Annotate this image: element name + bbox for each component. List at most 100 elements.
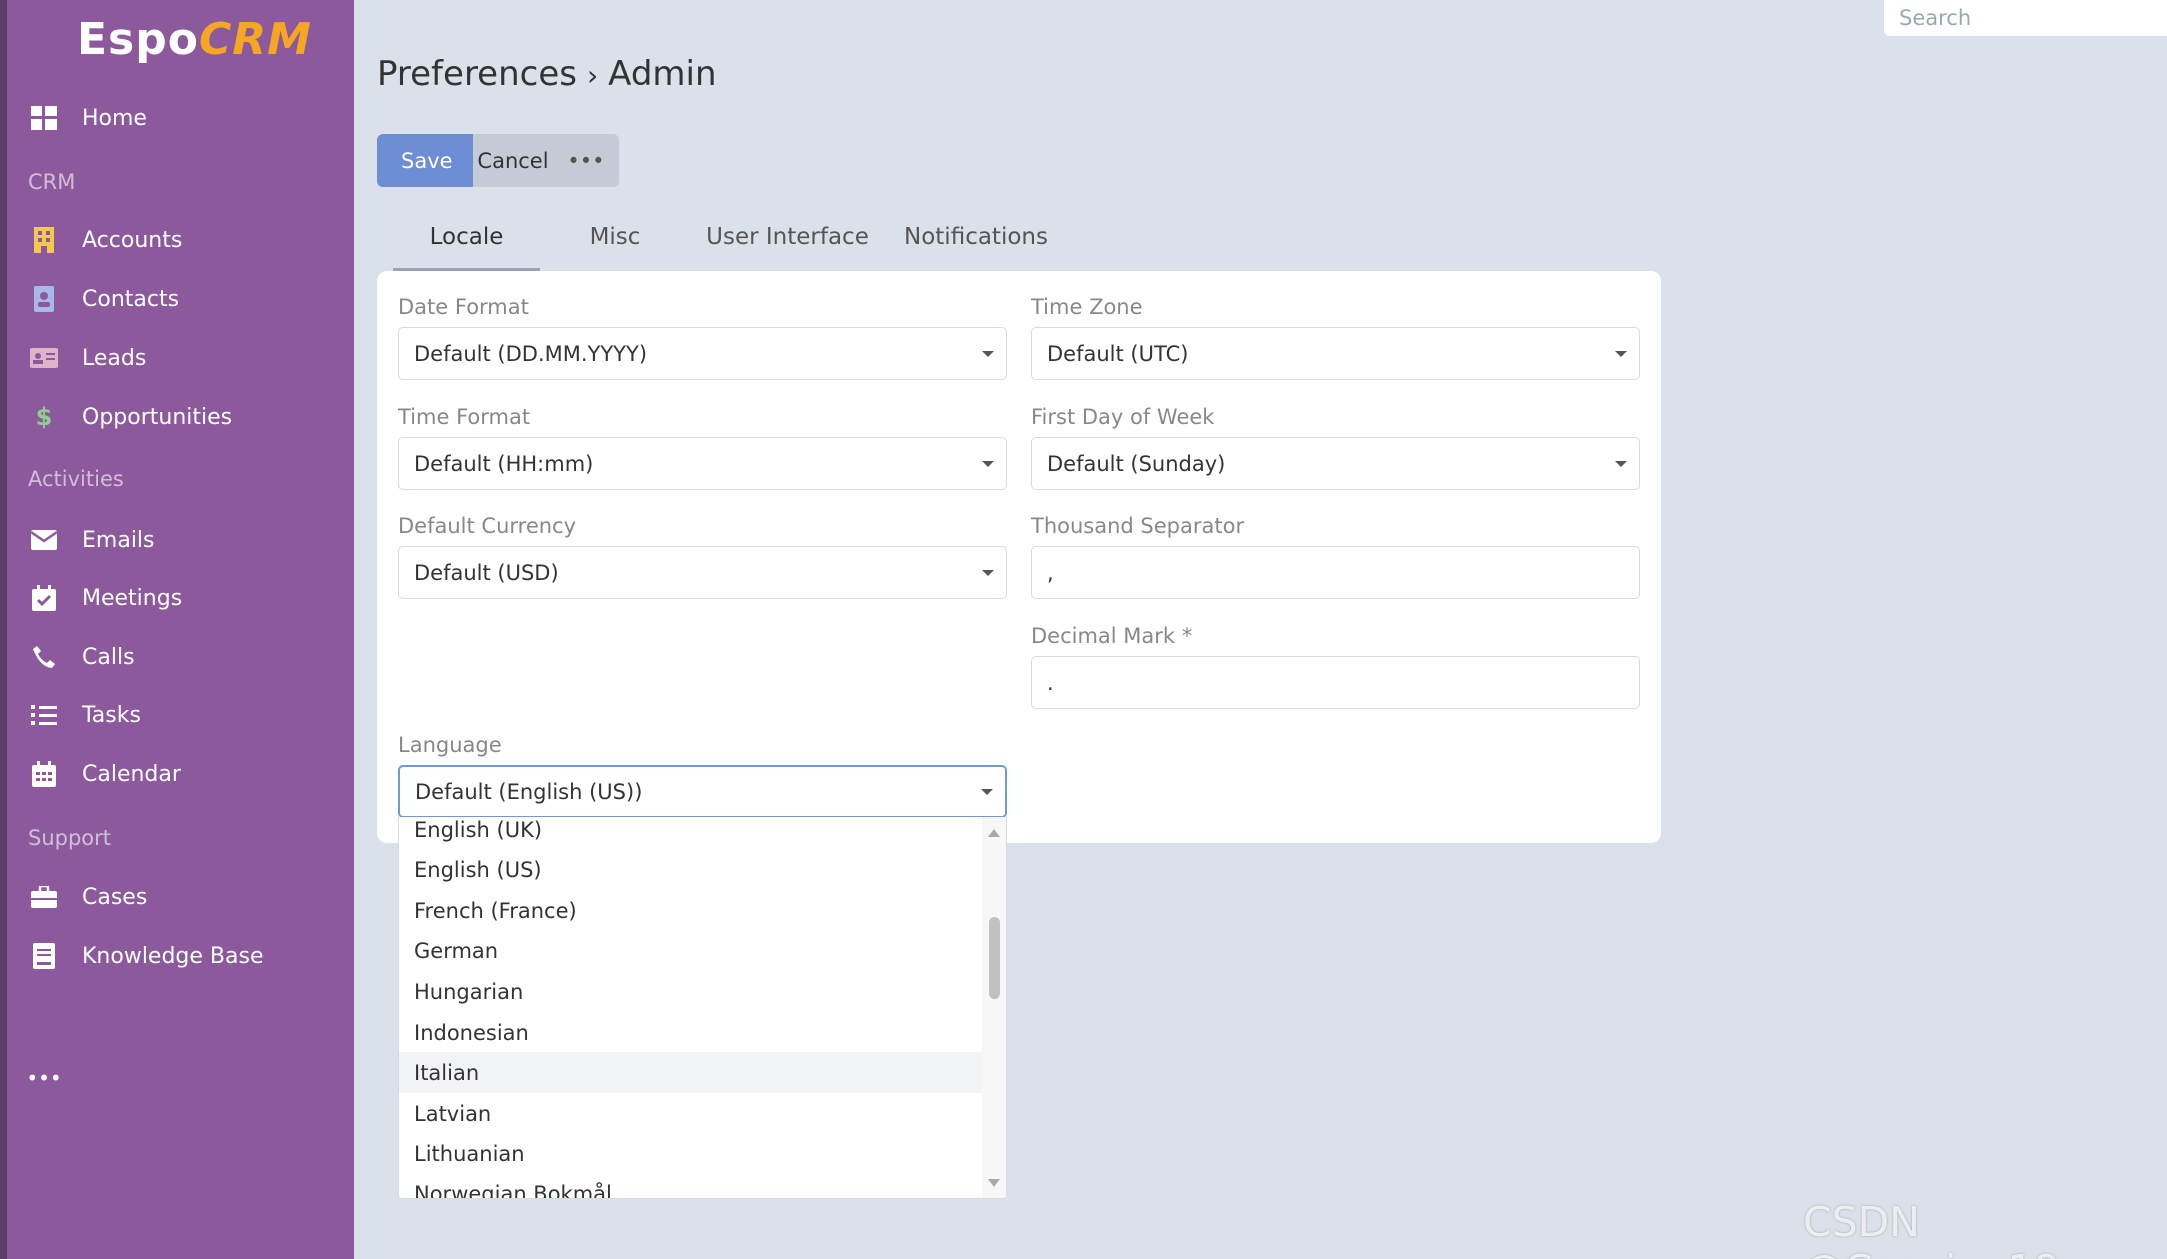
time-zone-select[interactable]: Default (UTC)	[1031, 327, 1640, 380]
contact-card-icon	[29, 284, 59, 314]
language-option[interactable]: Latvian	[399, 1093, 984, 1134]
language-option[interactable]: French (France)	[399, 890, 984, 931]
sidebar-item-label: Home	[82, 105, 147, 131]
tab-user-interface[interactable]: User Interface	[700, 224, 875, 272]
app-logo[interactable]: EspoCRM	[77, 14, 312, 70]
language-dropdown: English (UK) English (US) French (France…	[398, 817, 1007, 1199]
calendar-check-icon	[29, 583, 59, 613]
language-option[interactable]: Norwegian Bokmål	[399, 1173, 984, 1199]
language-option[interactable]: Lithuanian	[399, 1133, 984, 1174]
time-zone-label: Time Zone	[1031, 295, 1143, 319]
sidebar-item-emails[interactable]: Emails	[7, 515, 354, 565]
decimal-mark-label: Decimal Mark *	[1031, 624, 1193, 648]
sidebar-item-home[interactable]: Home	[7, 93, 354, 143]
dropdown-scrollbar[interactable]	[982, 817, 1006, 1198]
tab-locale[interactable]: Locale	[393, 224, 540, 272]
id-card-icon	[29, 343, 59, 373]
calendar-icon	[29, 759, 59, 789]
sidebar-item-label: Leads	[82, 345, 147, 371]
sidebar-item-label: Meetings	[82, 585, 183, 611]
date-format-label: Date Format	[398, 295, 529, 319]
sidebar-item-meetings[interactable]: Meetings	[7, 573, 354, 623]
tab-misc[interactable]: Misc	[570, 224, 660, 272]
currency-select[interactable]: Default (USD)	[398, 546, 1007, 599]
breadcrumb-preferences[interactable]: Preferences	[377, 54, 577, 94]
phone-icon	[29, 642, 59, 672]
book-icon	[29, 941, 59, 971]
date-format-value: Default (DD.MM.YYYY)	[414, 341, 648, 366]
caret-down-icon	[1615, 460, 1627, 467]
global-search-input[interactable]	[1884, 0, 2167, 36]
first-day-value: Default (Sunday)	[1047, 451, 1226, 476]
sidebar-more-button[interactable]: •••	[7, 1053, 354, 1103]
sidebar-item-label: Contacts	[82, 286, 180, 312]
scroll-down-icon[interactable]	[988, 1179, 1000, 1187]
breadcrumb: Preferences › Admin	[377, 54, 717, 94]
briefcase-icon	[29, 882, 59, 912]
watermark: CSDN @Caspian19	[1803, 1198, 2060, 1259]
nav-group-activities: Activities	[28, 467, 124, 491]
dollar-icon: $	[35, 403, 53, 431]
time-format-select[interactable]: Default (HH:mm)	[398, 437, 1007, 490]
sidebar-item-knowledge-base[interactable]: Knowledge Base	[7, 931, 354, 981]
caret-down-icon	[981, 788, 993, 795]
language-option[interactable]: English (US)	[399, 849, 984, 890]
thousand-separator-label: Thousand Separator	[1031, 514, 1245, 538]
task-list-icon	[29, 700, 59, 730]
sidebar-item-accounts[interactable]: Accounts	[7, 215, 354, 265]
scrollbar-thumb[interactable]	[989, 917, 1000, 999]
nav-group-crm: CRM	[28, 170, 76, 194]
sidebar-item-label: Calendar	[82, 761, 181, 787]
sidebar-item-calls[interactable]: Calls	[7, 632, 354, 682]
ellipsis-icon: •••	[26, 1066, 62, 1090]
caret-down-icon	[1615, 350, 1627, 357]
sidebar: EspoCRM Home CRM Accounts Contacts Leads…	[0, 0, 354, 1259]
cancel-button[interactable]: Cancel	[473, 134, 553, 187]
language-option[interactable]: Indonesian	[399, 1012, 984, 1053]
time-format-value: Default (HH:mm)	[414, 451, 594, 476]
sidebar-item-label: Calls	[82, 644, 135, 670]
thousand-separator-value: ,	[1047, 560, 1054, 585]
sidebar-item-tasks[interactable]: Tasks	[7, 690, 354, 740]
nav-group-support: Support	[28, 826, 112, 850]
sidebar-item-label: Knowledge Base	[82, 943, 264, 969]
sidebar-item-leads[interactable]: Leads	[7, 333, 354, 383]
sidebar-item-label: Opportunities	[82, 404, 233, 430]
first-day-select[interactable]: Default (Sunday)	[1031, 437, 1640, 490]
language-option[interactable]: Hungarian	[399, 971, 984, 1012]
language-option[interactable]: English (UK)	[399, 817, 984, 850]
sidebar-item-label: Emails	[82, 527, 155, 553]
language-value: Default (English (US))	[415, 779, 643, 804]
decimal-mark-value: .	[1047, 670, 1054, 695]
envelope-icon	[29, 525, 59, 555]
date-format-select[interactable]: Default (DD.MM.YYYY)	[398, 327, 1007, 380]
sidebar-item-label: Accounts	[82, 227, 183, 253]
sidebar-item-opportunities[interactable]: $ Opportunities	[7, 392, 354, 442]
caret-down-icon	[982, 350, 994, 357]
currency-label: Default Currency	[398, 514, 577, 538]
caret-down-icon	[982, 460, 994, 467]
breadcrumb-admin: Admin	[608, 54, 717, 94]
tab-notifications[interactable]: Notifications	[900, 224, 1052, 272]
sidebar-item-calendar[interactable]: Calendar	[7, 749, 354, 799]
language-select[interactable]: Default (English (US))	[398, 765, 1007, 818]
thousand-separator-input[interactable]: ,	[1031, 546, 1640, 599]
dashboard-icon	[29, 103, 59, 133]
scroll-up-icon[interactable]	[988, 829, 1000, 837]
more-actions-button[interactable]: •••	[553, 134, 619, 187]
save-button[interactable]: Save	[377, 134, 473, 187]
language-option[interactable]: German	[399, 930, 984, 971]
currency-value: Default (USD)	[414, 560, 559, 585]
language-label: Language	[398, 733, 502, 757]
decimal-mark-input[interactable]: .	[1031, 656, 1640, 709]
sidebar-item-label: Cases	[82, 884, 148, 910]
sidebar-item-label: Tasks	[82, 702, 141, 728]
sidebar-item-contacts[interactable]: Contacts	[7, 274, 354, 324]
language-option[interactable]: Italian	[399, 1052, 984, 1093]
action-toolbar: Save Cancel •••	[377, 134, 619, 187]
breadcrumb-separator: ›	[586, 59, 599, 92]
time-zone-value: Default (UTC)	[1047, 341, 1189, 366]
time-format-label: Time Format	[398, 405, 531, 429]
first-day-label: First Day of Week	[1031, 405, 1215, 429]
sidebar-item-cases[interactable]: Cases	[7, 872, 354, 922]
